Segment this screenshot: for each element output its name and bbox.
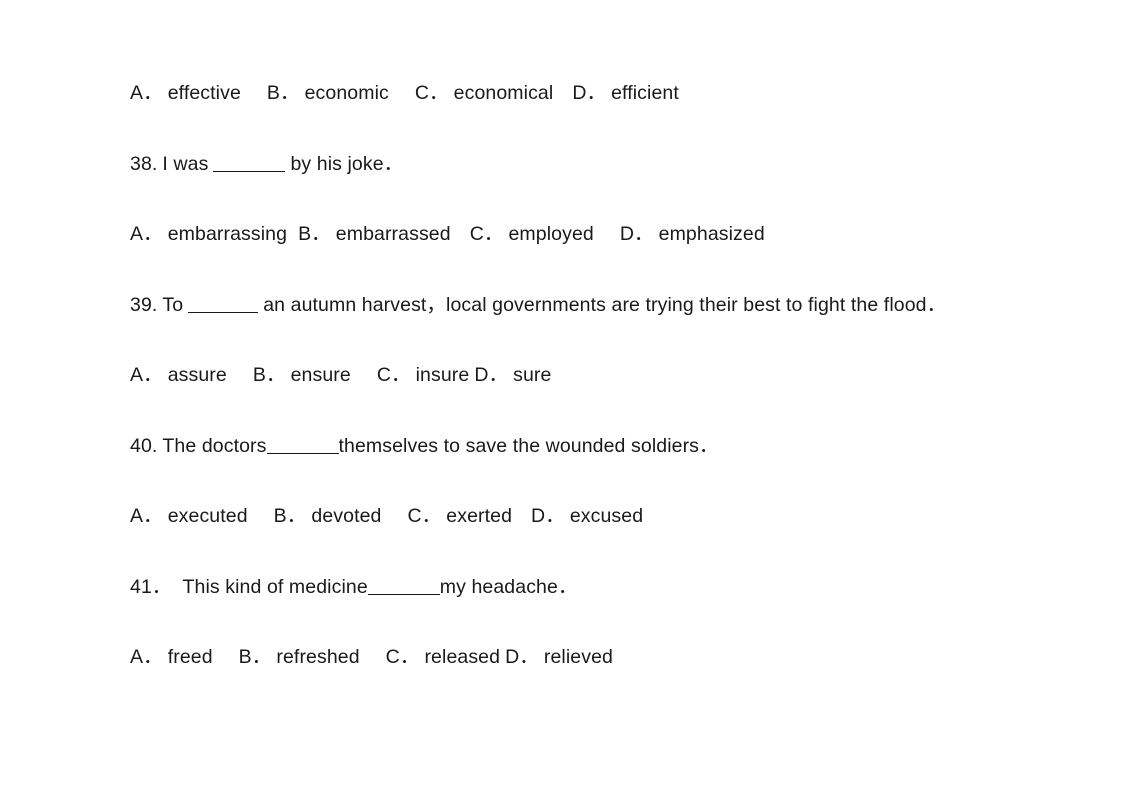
option-b-38[interactable]: B． embarrassed bbox=[298, 221, 451, 247]
option-text: executed bbox=[167, 505, 248, 527]
option-letter: B． bbox=[252, 364, 286, 386]
option-c-40[interactable]: C． exerted bbox=[407, 503, 512, 529]
option-a-40[interactable]: A． executed bbox=[130, 503, 248, 529]
question-number: 40. bbox=[130, 435, 158, 457]
option-b-37[interactable]: B． economic bbox=[267, 80, 389, 106]
answer-blank-38[interactable] bbox=[213, 151, 286, 172]
question-row-39: 39. To an autumn harvest，local governmen… bbox=[130, 292, 1070, 332]
question-text-before: This kind of medicine bbox=[182, 576, 368, 598]
option-letter: B． bbox=[266, 82, 300, 104]
option-b-39[interactable]: B． ensure bbox=[253, 362, 351, 388]
option-c-37[interactable]: C． economical bbox=[415, 80, 553, 106]
option-letter: D． bbox=[505, 646, 539, 668]
option-d-39[interactable]: D． sure bbox=[474, 362, 551, 388]
options-row-38: A． embarrassing B． embarrassed C． employed … bbox=[130, 221, 1070, 261]
question-number: 38. bbox=[130, 153, 158, 175]
option-text: embarrassing bbox=[167, 223, 288, 245]
option-letter: A． bbox=[130, 364, 163, 386]
option-text: refreshed bbox=[276, 646, 360, 668]
option-letter: A． bbox=[130, 82, 163, 104]
option-text: insure bbox=[415, 364, 470, 386]
option-letter: D． bbox=[474, 364, 509, 386]
option-letter: C． bbox=[469, 223, 504, 245]
option-letter: A． bbox=[130, 505, 163, 527]
option-text: economic bbox=[304, 82, 389, 104]
option-c-41[interactable]: C． released bbox=[386, 644, 500, 670]
option-letter: A． bbox=[130, 223, 163, 245]
question-text-after: themselves to save the wounded soldiers． bbox=[338, 435, 719, 457]
answer-blank-41[interactable] bbox=[367, 574, 440, 595]
option-text: employed bbox=[508, 223, 594, 245]
question-row-38: 38. I was by his joke． bbox=[130, 151, 1070, 191]
options-row-41: A． freed B． refreshed C． released D． relieve… bbox=[130, 644, 1070, 684]
option-letter: C． bbox=[376, 364, 411, 386]
option-letter: B． bbox=[238, 646, 272, 668]
option-text: economical bbox=[453, 82, 554, 104]
option-letter: B． bbox=[298, 223, 331, 245]
option-d-41[interactable]: D． relieved bbox=[505, 644, 613, 670]
option-text: ensure bbox=[290, 364, 351, 386]
worksheet-page: A． effective B． economic C． economical D． ef… bbox=[0, 0, 1123, 794]
question-text-after: an autumn harvest，local governments are … bbox=[263, 294, 947, 316]
option-text: freed bbox=[167, 646, 213, 668]
options-row-40: A． executed B． devoted C． exerted D． excused bbox=[130, 503, 1070, 543]
option-letter: D． bbox=[619, 223, 654, 245]
option-letter: C． bbox=[385, 646, 420, 668]
option-text: sure bbox=[513, 364, 552, 386]
option-text: exerted bbox=[446, 505, 513, 527]
answer-blank-39[interactable] bbox=[188, 292, 259, 313]
option-text: released bbox=[424, 646, 501, 668]
option-b-40[interactable]: B． devoted bbox=[274, 503, 382, 529]
question-row-40: 40. The doctors themselves to save the w… bbox=[130, 433, 1070, 473]
option-text: effective bbox=[167, 82, 241, 104]
option-letter: D． bbox=[572, 82, 607, 104]
answer-blank-40[interactable] bbox=[266, 433, 339, 454]
question-number: 41． bbox=[130, 576, 172, 598]
options-row-39: A． assure B． ensure C． insure D． sure bbox=[130, 362, 1070, 402]
option-d-37[interactable]: D． efficient bbox=[572, 80, 679, 106]
option-letter: C． bbox=[414, 82, 449, 104]
option-letter: A． bbox=[130, 646, 163, 668]
option-letter: D． bbox=[531, 505, 565, 527]
option-d-40[interactable]: D． excused bbox=[531, 503, 643, 529]
option-c-38[interactable]: C． employed bbox=[470, 221, 594, 247]
question-text-before: I was bbox=[162, 153, 209, 175]
option-text: emphasized bbox=[658, 223, 765, 245]
option-a-41[interactable]: A． freed bbox=[130, 644, 213, 670]
option-text: assure bbox=[167, 364, 227, 386]
option-letter: C． bbox=[407, 505, 442, 527]
question-text-before: The doctors bbox=[162, 435, 267, 457]
option-a-39[interactable]: A． assure bbox=[130, 362, 227, 388]
options-row-37: A． effective B． economic C． economical D． ef… bbox=[130, 80, 1070, 120]
option-a-37[interactable]: A． effective bbox=[130, 80, 241, 106]
option-b-41[interactable]: B． refreshed bbox=[239, 644, 360, 670]
question-text-before: To bbox=[162, 294, 184, 316]
exercise-content: A． effective B． economic C． economical D． ef… bbox=[130, 80, 1070, 684]
option-text: efficient bbox=[611, 82, 679, 104]
option-letter: B． bbox=[273, 505, 307, 527]
question-row-41: 41． This kind of medicine my headache． bbox=[130, 574, 1070, 614]
option-text: relieved bbox=[543, 646, 613, 668]
option-d-38[interactable]: D． emphasized bbox=[620, 221, 765, 247]
question-number: 39. bbox=[130, 294, 158, 316]
option-c-39[interactable]: C． insure bbox=[377, 362, 470, 388]
question-text-after: my headache． bbox=[439, 576, 578, 598]
option-a-38[interactable]: A． embarrassing bbox=[130, 221, 287, 247]
option-text: embarrassed bbox=[335, 223, 451, 245]
question-text-after: by his joke． bbox=[290, 153, 404, 175]
option-text: excused bbox=[569, 505, 644, 527]
option-text: devoted bbox=[311, 505, 382, 527]
